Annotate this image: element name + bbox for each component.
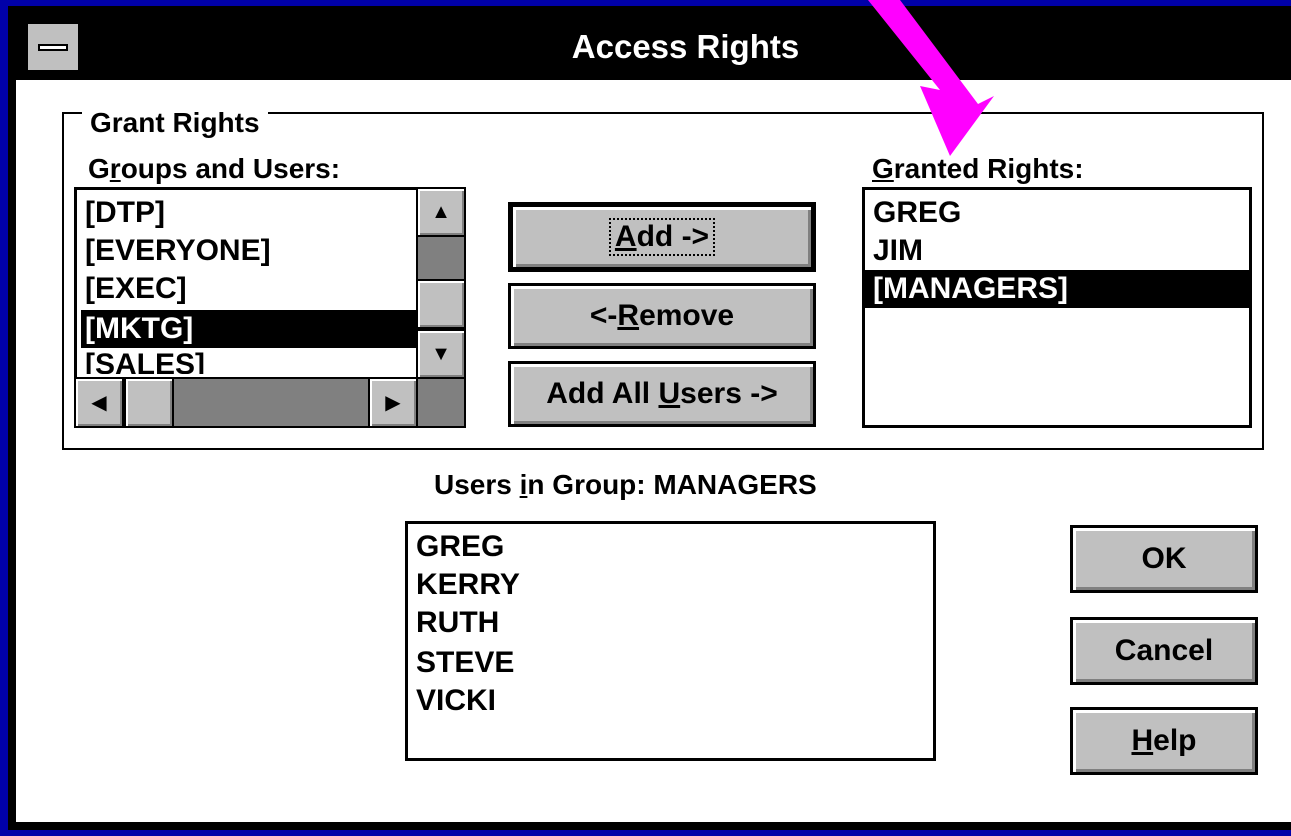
list-item[interactable]: VICKI: [412, 682, 500, 720]
scrollbar-corner: [416, 377, 466, 428]
granted-rights-list[interactable]: GREG JIM [MANAGERS]: [862, 187, 1252, 428]
add-all-users-button[interactable]: Add All Users ->: [508, 361, 816, 427]
users-in-group-label: Users in Group: MANAGERS: [434, 469, 817, 500]
list-item[interactable]: [SALES]: [81, 346, 209, 374]
groups-and-users-label: Groups and Users:: [88, 153, 341, 184]
list-item[interactable]: [DTP]: [81, 194, 169, 232]
list-item[interactable]: [EVERYONE]: [81, 232, 275, 270]
system-menu-button[interactable]: [26, 22, 80, 72]
granted-rights-label: Granted Rights:: [872, 153, 1084, 184]
ok-button[interactable]: OK: [1070, 525, 1258, 593]
help-button[interactable]: Help: [1070, 707, 1258, 775]
list-item[interactable]: GREG: [412, 528, 508, 566]
list-item[interactable]: JIM: [869, 232, 927, 270]
list-item[interactable]: GREG: [869, 194, 965, 232]
list-item-selected[interactable]: [MANAGERS]: [865, 270, 1249, 308]
system-menu-icon: [38, 44, 68, 51]
users-in-group-list[interactable]: GREG KERRY RUTH STEVE VICKI: [405, 521, 936, 761]
scroll-up-arrow-icon[interactable]: ▲: [416, 187, 466, 237]
grant-rights-label: Grant Rights: [82, 106, 268, 140]
remove-button[interactable]: <- Remove: [508, 283, 816, 349]
add-button[interactable]: Add ->: [508, 202, 816, 272]
list-item[interactable]: [EXEC]: [81, 270, 191, 308]
scroll-right-arrow-icon[interactable]: ▶: [368, 377, 418, 428]
list-item[interactable]: STEVE: [412, 644, 518, 682]
list-item-selected[interactable]: [MKTG]: [81, 310, 421, 348]
scroll-down-arrow-icon[interactable]: ▼: [416, 329, 466, 379]
list-item[interactable]: KERRY: [412, 566, 524, 604]
cancel-button[interactable]: Cancel: [1070, 617, 1258, 685]
list-item[interactable]: RUTH: [412, 604, 503, 642]
window-title: Access Rights: [571, 28, 800, 65]
horizontal-scroll-thumb[interactable]: [124, 377, 174, 428]
vertical-scroll-thumb[interactable]: [416, 279, 466, 329]
scroll-left-arrow-icon[interactable]: ◀: [74, 377, 124, 428]
